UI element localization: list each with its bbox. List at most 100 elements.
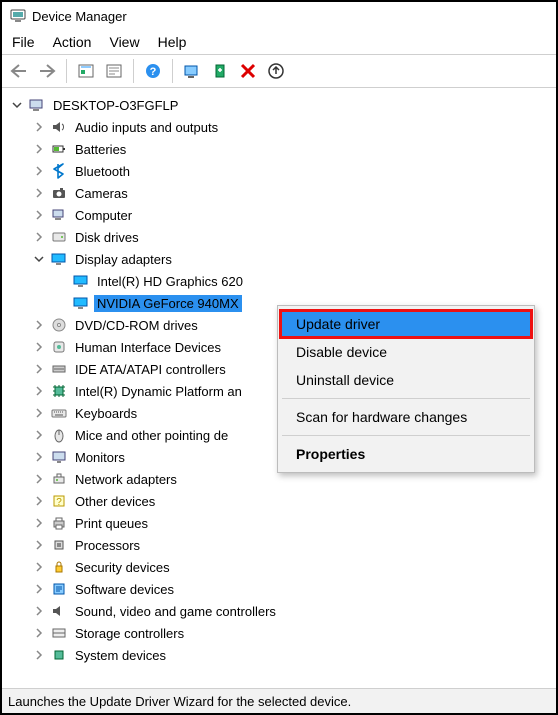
back-button[interactable] xyxy=(6,58,32,84)
disk-icon xyxy=(50,228,68,246)
toolbar-separator xyxy=(133,59,134,83)
mouse-icon xyxy=(50,426,68,444)
security-icon xyxy=(50,558,68,576)
display-icon xyxy=(50,250,68,268)
tree-category[interactable]: Security devices xyxy=(32,556,552,578)
expander-blank xyxy=(54,274,68,288)
display-icon xyxy=(72,272,90,290)
expander-icon[interactable] xyxy=(32,560,46,574)
hid-icon xyxy=(50,338,68,356)
tree-item-label: Network adapters xyxy=(72,471,180,488)
tree-device[interactable]: Intel(R) HD Graphics 620 xyxy=(54,270,552,292)
update-driver-button[interactable] xyxy=(263,58,289,84)
tree-item-label: Mice and other pointing de xyxy=(72,427,231,444)
tree-category[interactable]: Cameras xyxy=(32,182,552,204)
expander-icon[interactable] xyxy=(32,472,46,486)
ide-icon xyxy=(50,360,68,378)
cpu-icon xyxy=(50,536,68,554)
add-legacy-button[interactable] xyxy=(207,58,233,84)
tree-category[interactable]: Computer xyxy=(32,204,552,226)
scan-hardware-button[interactable] xyxy=(179,58,205,84)
tree-category[interactable]: Disk drives xyxy=(32,226,552,248)
tree-category[interactable]: System devices xyxy=(32,644,552,666)
expander-icon[interactable] xyxy=(32,142,46,156)
forward-button[interactable] xyxy=(34,58,60,84)
tree-category[interactable]: Audio inputs and outputs xyxy=(32,116,552,138)
expander-icon[interactable] xyxy=(32,120,46,134)
expander-icon[interactable] xyxy=(32,648,46,662)
network-icon xyxy=(50,470,68,488)
tree-item-label: IDE ATA/ATAPI controllers xyxy=(72,361,229,378)
svg-text:?: ? xyxy=(56,497,62,508)
menu-help[interactable]: Help xyxy=(158,34,187,50)
computer-icon xyxy=(28,96,46,114)
context-menu-separator xyxy=(282,398,530,399)
tree-category[interactable]: Print queues xyxy=(32,512,552,534)
tree-item-label: Audio inputs and outputs xyxy=(72,119,221,136)
expander-icon[interactable] xyxy=(32,340,46,354)
context-menu-item[interactable]: Disable device xyxy=(280,338,532,366)
toolbar-separator xyxy=(172,59,173,83)
tree-item-label: Monitors xyxy=(72,449,128,466)
tree-root[interactable]: DESKTOP-O3FGFLP xyxy=(10,94,552,116)
expander-icon[interactable] xyxy=(32,384,46,398)
context-menu-item[interactable]: Properties xyxy=(280,440,532,468)
printer-icon xyxy=(50,514,68,532)
show-hidden-button[interactable] xyxy=(73,58,99,84)
tree-category[interactable]: Processors xyxy=(32,534,552,556)
tree-category[interactable]: Batteries xyxy=(32,138,552,160)
tree-item-label: Computer xyxy=(72,207,135,224)
context-menu: Update driverDisable deviceUninstall dev… xyxy=(277,305,535,473)
keyboard-icon xyxy=(50,404,68,422)
tree-category[interactable]: Storage controllers xyxy=(32,622,552,644)
expander-icon[interactable] xyxy=(32,252,46,266)
expander-icon[interactable] xyxy=(32,450,46,464)
tree-item-label: Sound, video and game controllers xyxy=(72,603,279,620)
expander-icon[interactable] xyxy=(32,582,46,596)
tree-item-label: Print queues xyxy=(72,515,151,532)
system-icon xyxy=(50,646,68,664)
tree-item-label: Other devices xyxy=(72,493,158,510)
tree-category[interactable]: Bluetooth xyxy=(32,160,552,182)
tree-item-label: DVD/CD-ROM drives xyxy=(72,317,201,334)
tree-item-label: Bluetooth xyxy=(72,163,133,180)
expander-icon[interactable] xyxy=(32,428,46,442)
tree-item-label: Security devices xyxy=(72,559,173,576)
tree-category[interactable]: ? Other devices xyxy=(32,490,552,512)
other-icon: ? xyxy=(50,492,68,510)
speaker-icon xyxy=(50,118,68,136)
expander-icon[interactable] xyxy=(32,186,46,200)
expander-icon[interactable] xyxy=(32,230,46,244)
menu-file[interactable]: File xyxy=(12,34,35,50)
expander-icon[interactable] xyxy=(32,318,46,332)
tree-item-label: Batteries xyxy=(72,141,129,158)
monitor-icon xyxy=(50,448,68,466)
expander-icon[interactable] xyxy=(32,626,46,640)
battery-icon xyxy=(50,140,68,158)
expander-icon[interactable] xyxy=(32,604,46,618)
expander-icon[interactable] xyxy=(32,208,46,222)
menu-view[interactable]: View xyxy=(109,34,139,50)
expander-icon[interactable] xyxy=(32,516,46,530)
expander-icon[interactable] xyxy=(32,538,46,552)
expander-icon[interactable] xyxy=(32,362,46,376)
app-icon xyxy=(10,8,26,24)
context-menu-item[interactable]: Uninstall device xyxy=(280,366,532,394)
menu-action[interactable]: Action xyxy=(53,34,92,50)
expander-icon[interactable] xyxy=(32,494,46,508)
uninstall-button[interactable] xyxy=(235,58,261,84)
help-button[interactable]: ? xyxy=(140,58,166,84)
tree-item-label: Disk drives xyxy=(72,229,142,246)
toolbar: ? xyxy=(2,54,556,88)
tree-category[interactable]: Display adapters xyxy=(32,248,552,270)
tree-category[interactable]: Software devices xyxy=(32,578,552,600)
expander-icon[interactable] xyxy=(32,406,46,420)
tree-category[interactable]: Sound, video and game controllers xyxy=(32,600,552,622)
device-tree[interactable]: DESKTOP-O3FGFLP Audio inputs and outputs B… xyxy=(2,88,556,689)
toolbar-separator xyxy=(66,59,67,83)
context-menu-item[interactable]: Update driver xyxy=(280,310,532,338)
expander-icon[interactable] xyxy=(10,98,24,112)
expander-icon[interactable] xyxy=(32,164,46,178)
context-menu-item[interactable]: Scan for hardware changes xyxy=(280,403,532,431)
properties-button[interactable] xyxy=(101,58,127,84)
